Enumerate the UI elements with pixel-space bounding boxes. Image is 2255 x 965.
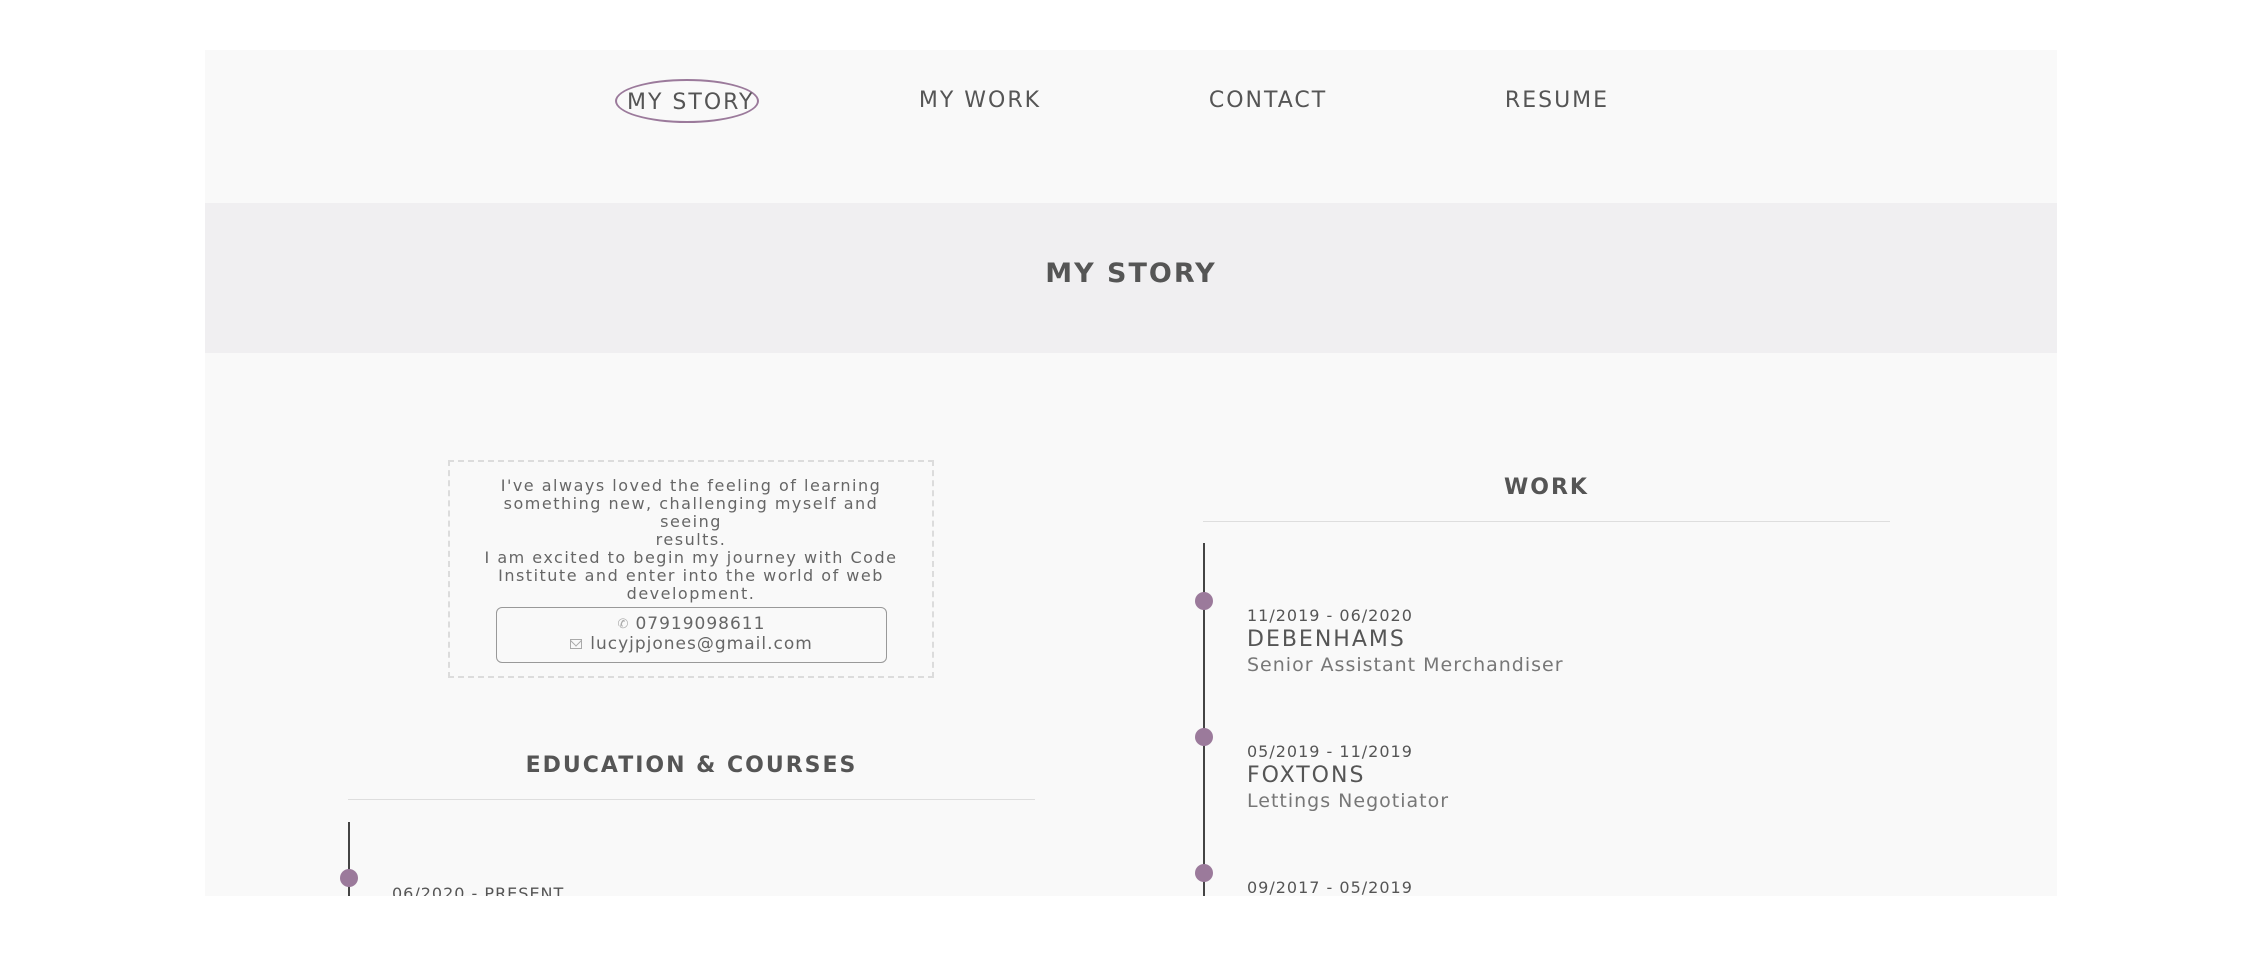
intro-line: Institute and enter into the world of we…: [498, 566, 884, 585]
work-entry-date: 11/2019 - 06/2020: [1247, 606, 1413, 625]
phone-number: 07919098611: [635, 614, 766, 634]
education-title: EDUCATION & COURSES: [525, 753, 858, 778]
education-entry: 06/2020 - PRESENT: [392, 883, 564, 896]
work-title: WORK: [1504, 475, 1589, 500]
nav-contact[interactable]: CONTACT: [1193, 79, 1343, 123]
work-entry-role: Lettings Negotiator: [1247, 790, 1450, 812]
work-entry-company: DEBENHAMS: [1247, 627, 1406, 652]
email-row[interactable]: lucyjpjones@gmail.com: [497, 634, 886, 654]
education-divider: [348, 799, 1035, 800]
work-entry-role: Senior Assistant Merchandiser: [1247, 654, 1564, 676]
work-timeline-dot: [1195, 728, 1213, 746]
intro-line: something new, challenging myself and se…: [503, 494, 879, 531]
work-entry: 05/2019 - 11/2019 FOXTONS Lettings Negot…: [1247, 741, 1449, 813]
work-entry-date: 09/2017 - 05/2019: [1247, 878, 1413, 896]
page-title: MY STORY: [1045, 258, 1217, 289]
intro-line: results.: [655, 530, 727, 549]
work-entry: 09/2017 - 05/2019: [1247, 877, 1413, 896]
intro-line: I've always loved the feeling of learnin…: [500, 476, 882, 495]
intro-line: I am excited to begin my journey with Co…: [484, 548, 898, 567]
main-nav: MY STORY MY WORK CONTACT RESUME: [205, 50, 2057, 203]
intro-box: I've always loved the feeling of learnin…: [448, 460, 934, 678]
envelope-icon: [570, 639, 583, 649]
intro-line: development.: [626, 584, 756, 603]
work-divider: [1203, 521, 1890, 522]
page-banner: MY STORY: [205, 203, 2057, 353]
intro-text: I've always loved the feeling of learnin…: [470, 477, 912, 603]
work-entry: 11/2019 - 06/2020 DEBENHAMS Senior Assis…: [1247, 605, 1564, 677]
phone-icon: ✆: [617, 616, 630, 632]
work-entry-company: FOXTONS: [1247, 763, 1366, 788]
nav-resume[interactable]: RESUME: [1482, 79, 1632, 123]
work-entry-date: 05/2019 - 11/2019: [1247, 742, 1413, 761]
education-entry-date: 06/2020 - PRESENT: [392, 884, 565, 896]
page-container: MY STORY MY WORK CONTACT RESUME MY STORY…: [205, 50, 2057, 896]
work-timeline-dot: [1195, 864, 1213, 882]
nav-my-story[interactable]: MY STORY: [615, 79, 759, 123]
education-timeline-dot: [340, 869, 358, 887]
work-timeline-dot: [1195, 592, 1213, 610]
email-address: lucyjpjones@gmail.com: [590, 634, 813, 654]
nav-my-work[interactable]: MY WORK: [905, 79, 1055, 123]
phone-row[interactable]: ✆ 07919098611: [497, 614, 886, 634]
contact-details: ✆ 07919098611 lucyjpjones@gmail.com: [496, 607, 887, 663]
